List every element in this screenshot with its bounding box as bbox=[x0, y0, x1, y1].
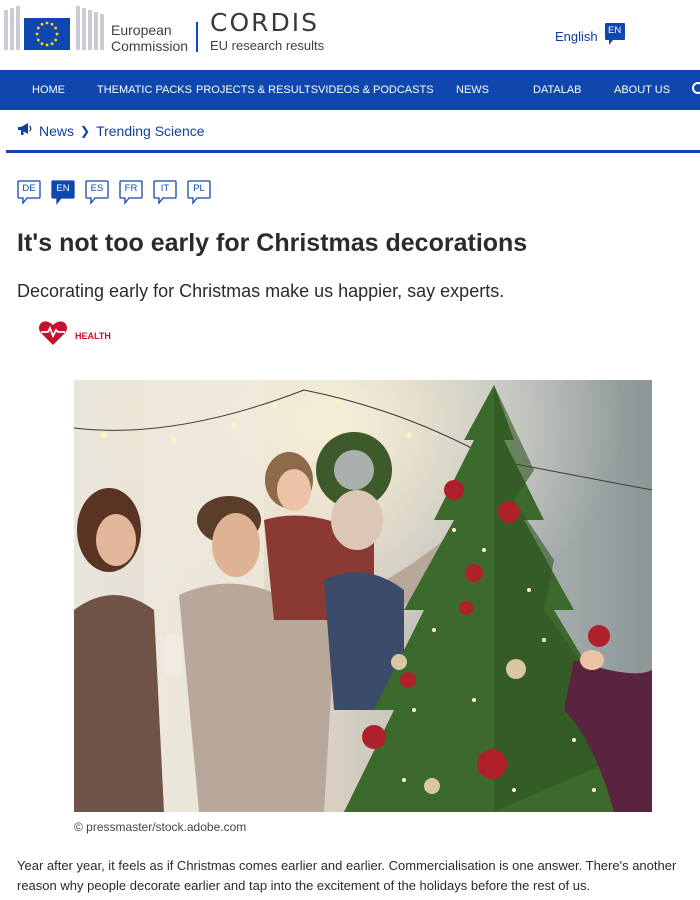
search-icon[interactable] bbox=[692, 82, 700, 94]
header-divider bbox=[196, 22, 198, 52]
european-commission-logo[interactable] bbox=[4, 4, 106, 54]
language-label[interactable]: English bbox=[555, 29, 598, 44]
site-header: European Commission CORDIS EU research r… bbox=[0, 0, 700, 70]
article-language-list: DE EN ES FR IT PL bbox=[17, 180, 211, 205]
language-chip-de[interactable]: DE bbox=[17, 180, 41, 205]
org-line-1: European bbox=[111, 22, 172, 38]
article-title: It's not too early for Christmas decorat… bbox=[17, 229, 528, 257]
article-intro: Year after year, it feels as if Christma… bbox=[17, 858, 677, 893]
nav-projects-results[interactable]: PROJECTS & RESULTS bbox=[196, 70, 318, 110]
nav-videos-podcasts[interactable]: VIDEOS & PODCASTS bbox=[318, 70, 434, 110]
language-chip-label: IT bbox=[160, 183, 170, 194]
site-tagline: EU research results bbox=[210, 38, 325, 53]
nav-home[interactable]: HOME bbox=[32, 70, 65, 110]
breadcrumb-rule bbox=[6, 150, 700, 153]
site-name[interactable]: CORDIS bbox=[210, 8, 319, 37]
megaphone-icon bbox=[17, 122, 33, 139]
language-code: EN bbox=[608, 25, 622, 36]
language-chip-label: FR bbox=[124, 183, 138, 194]
language-chip-pl[interactable]: PL bbox=[187, 180, 211, 205]
language-code-badge[interactable]: EN bbox=[604, 22, 626, 51]
language-chip-label: ES bbox=[90, 183, 104, 194]
language-chip-label: EN bbox=[56, 183, 70, 194]
language-chip-es[interactable]: ES bbox=[85, 180, 109, 205]
nav-about-us[interactable]: ABOUT US bbox=[614, 70, 670, 110]
main-navigation: HOME THEMATIC PACKS PROJECTS & RESULTS V… bbox=[0, 70, 700, 110]
language-selector[interactable]: English EN bbox=[555, 22, 626, 51]
article-subtitle: Decorating early for Christmas make us h… bbox=[17, 281, 505, 301]
image-credit: © pressmaster/stock.adobe.com bbox=[74, 820, 247, 834]
chevron-right-icon: ❯ bbox=[80, 123, 91, 138]
category-tag[interactable]: HEALTH bbox=[38, 319, 111, 352]
breadcrumb-news[interactable]: News bbox=[39, 123, 74, 139]
category-label[interactable]: HEALTH bbox=[75, 331, 111, 341]
organisation-name: European Commission bbox=[111, 22, 188, 54]
language-chip-label: PL bbox=[193, 183, 205, 194]
language-chip-label: DE bbox=[22, 183, 36, 194]
language-chip-fr[interactable]: FR bbox=[119, 180, 143, 205]
nav-datalab[interactable]: DATALAB bbox=[533, 70, 582, 110]
breadcrumb-trending-science[interactable]: Trending Science bbox=[96, 123, 204, 139]
language-chip-it[interactable]: IT bbox=[153, 180, 177, 205]
nav-thematic-packs[interactable]: THEMATIC PACKS bbox=[97, 70, 192, 110]
org-line-2: Commission bbox=[111, 38, 189, 54]
language-chip-en[interactable]: EN bbox=[51, 180, 75, 205]
breadcrumb: News ❯ Trending Science bbox=[17, 122, 205, 139]
article-image bbox=[74, 380, 652, 812]
heart-pulse-icon bbox=[38, 319, 68, 352]
nav-news[interactable]: NEWS bbox=[456, 70, 489, 110]
